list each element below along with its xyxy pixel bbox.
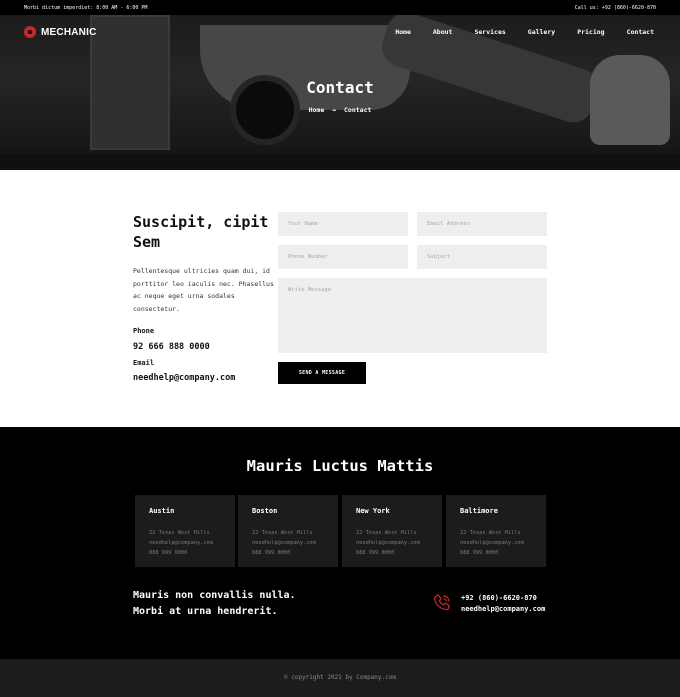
call-us[interactable]: Call us: +92 (860)-6620-870 bbox=[575, 5, 656, 11]
cta-line-1: Mauris non convallis nulla. bbox=[133, 590, 296, 601]
breadcrumb: Home → Contact bbox=[0, 106, 680, 114]
location-card: Austin 22 Texas West Hills needhelp@comp… bbox=[135, 495, 235, 567]
location-phone[interactable]: 888 999 0000 bbox=[356, 549, 420, 559]
arrow-right-icon: → bbox=[332, 106, 337, 114]
business-hours: Morbi dictum imperdiet: 8:00 AM - 6:00 P… bbox=[24, 5, 148, 11]
page-title: Contact bbox=[306, 78, 374, 97]
breadcrumb-home[interactable]: Home bbox=[309, 106, 325, 114]
nav-about[interactable]: About bbox=[433, 28, 453, 36]
location-city: New York bbox=[356, 507, 390, 515]
location-street: 22 Texas West Hills bbox=[252, 530, 313, 536]
subject-field[interactable] bbox=[417, 245, 547, 269]
location-email[interactable]: needhelp@company.com bbox=[460, 539, 524, 549]
location-details: 22 Texas West Hills needhelp@company.com… bbox=[149, 529, 213, 558]
location-card: Baltimore 22 Texas West Hills needhelp@c… bbox=[446, 495, 546, 567]
cta-slogan: Mauris non convallis nulla. Morbi at urn… bbox=[133, 588, 353, 620]
phone-icon bbox=[433, 594, 450, 611]
send-message-button[interactable]: SEND A MESSAGE bbox=[278, 362, 366, 384]
cta-line-2: Morbi at urna hendrerit. bbox=[133, 606, 278, 617]
nav-contact[interactable]: Contact bbox=[627, 28, 654, 36]
logo-icon bbox=[24, 26, 36, 38]
location-phone[interactable]: 888 999 0000 bbox=[460, 549, 524, 559]
email-field[interactable] bbox=[417, 212, 547, 236]
main-nav: Home About Services Gallery Pricing Cont… bbox=[373, 28, 654, 36]
location-details: 22 Texas West Hills needhelp@company.com… bbox=[460, 529, 524, 558]
copyright: © copyright 2021 by Company.com bbox=[284, 674, 396, 681]
location-card: Boston 22 Texas West Hills needhelp@comp… bbox=[238, 495, 338, 567]
location-phone[interactable]: 888 999 0000 bbox=[252, 549, 316, 559]
breadcrumb-current: Contact bbox=[344, 106, 372, 114]
logo[interactable]: MECHANIC bbox=[24, 26, 97, 38]
location-details: 22 Texas West Hills needhelp@company.com… bbox=[252, 529, 316, 558]
contact-description: Pellentesque ultricies quam dui, id port… bbox=[133, 267, 274, 313]
nav-home[interactable]: Home bbox=[395, 28, 411, 36]
location-email[interactable]: needhelp@company.com bbox=[149, 539, 213, 549]
top-bar: Morbi dictum imperdiet: 8:00 AM - 6:00 P… bbox=[0, 0, 680, 15]
cta-phone[interactable]: +92 (860)-6620-870 bbox=[461, 594, 537, 602]
phone-value[interactable]: 92 666 888 0000 bbox=[133, 342, 210, 352]
location-street: 22 Texas West Hills bbox=[460, 530, 521, 536]
location-city: Baltimore bbox=[460, 507, 498, 515]
nav-pricing[interactable]: Pricing bbox=[577, 28, 604, 36]
phone-label: Phone bbox=[133, 327, 155, 335]
locations-title: Mauris Luctus Mattis bbox=[246, 457, 434, 475]
phone-field[interactable] bbox=[278, 245, 408, 269]
cta-email[interactable]: needhelp@company.com bbox=[461, 605, 545, 613]
location-city: Boston bbox=[252, 507, 278, 515]
contact-heading: Suscipit, cipit Sem bbox=[133, 213, 269, 251]
location-email[interactable]: needhelp@company.com bbox=[252, 539, 316, 549]
name-field[interactable] bbox=[278, 212, 408, 236]
nav-services[interactable]: Services bbox=[474, 28, 505, 36]
message-field[interactable] bbox=[278, 278, 547, 353]
nav-gallery[interactable]: Gallery bbox=[528, 28, 555, 36]
location-street: 22 Texas West Hills bbox=[149, 530, 210, 536]
location-phone[interactable]: 888 999 0000 bbox=[149, 549, 213, 559]
location-street: 22 Texas West Hills bbox=[356, 530, 417, 536]
location-email[interactable]: needhelp@company.com bbox=[356, 539, 420, 549]
location-card: New York 22 Texas West Hills needhelp@co… bbox=[342, 495, 442, 567]
email-value[interactable]: needhelp@company.com bbox=[133, 373, 235, 383]
location-details: 22 Texas West Hills needhelp@company.com… bbox=[356, 529, 420, 558]
email-label: Email bbox=[133, 359, 155, 367]
logo-text: MECHANIC bbox=[41, 26, 97, 38]
location-city: Austin bbox=[149, 507, 175, 515]
